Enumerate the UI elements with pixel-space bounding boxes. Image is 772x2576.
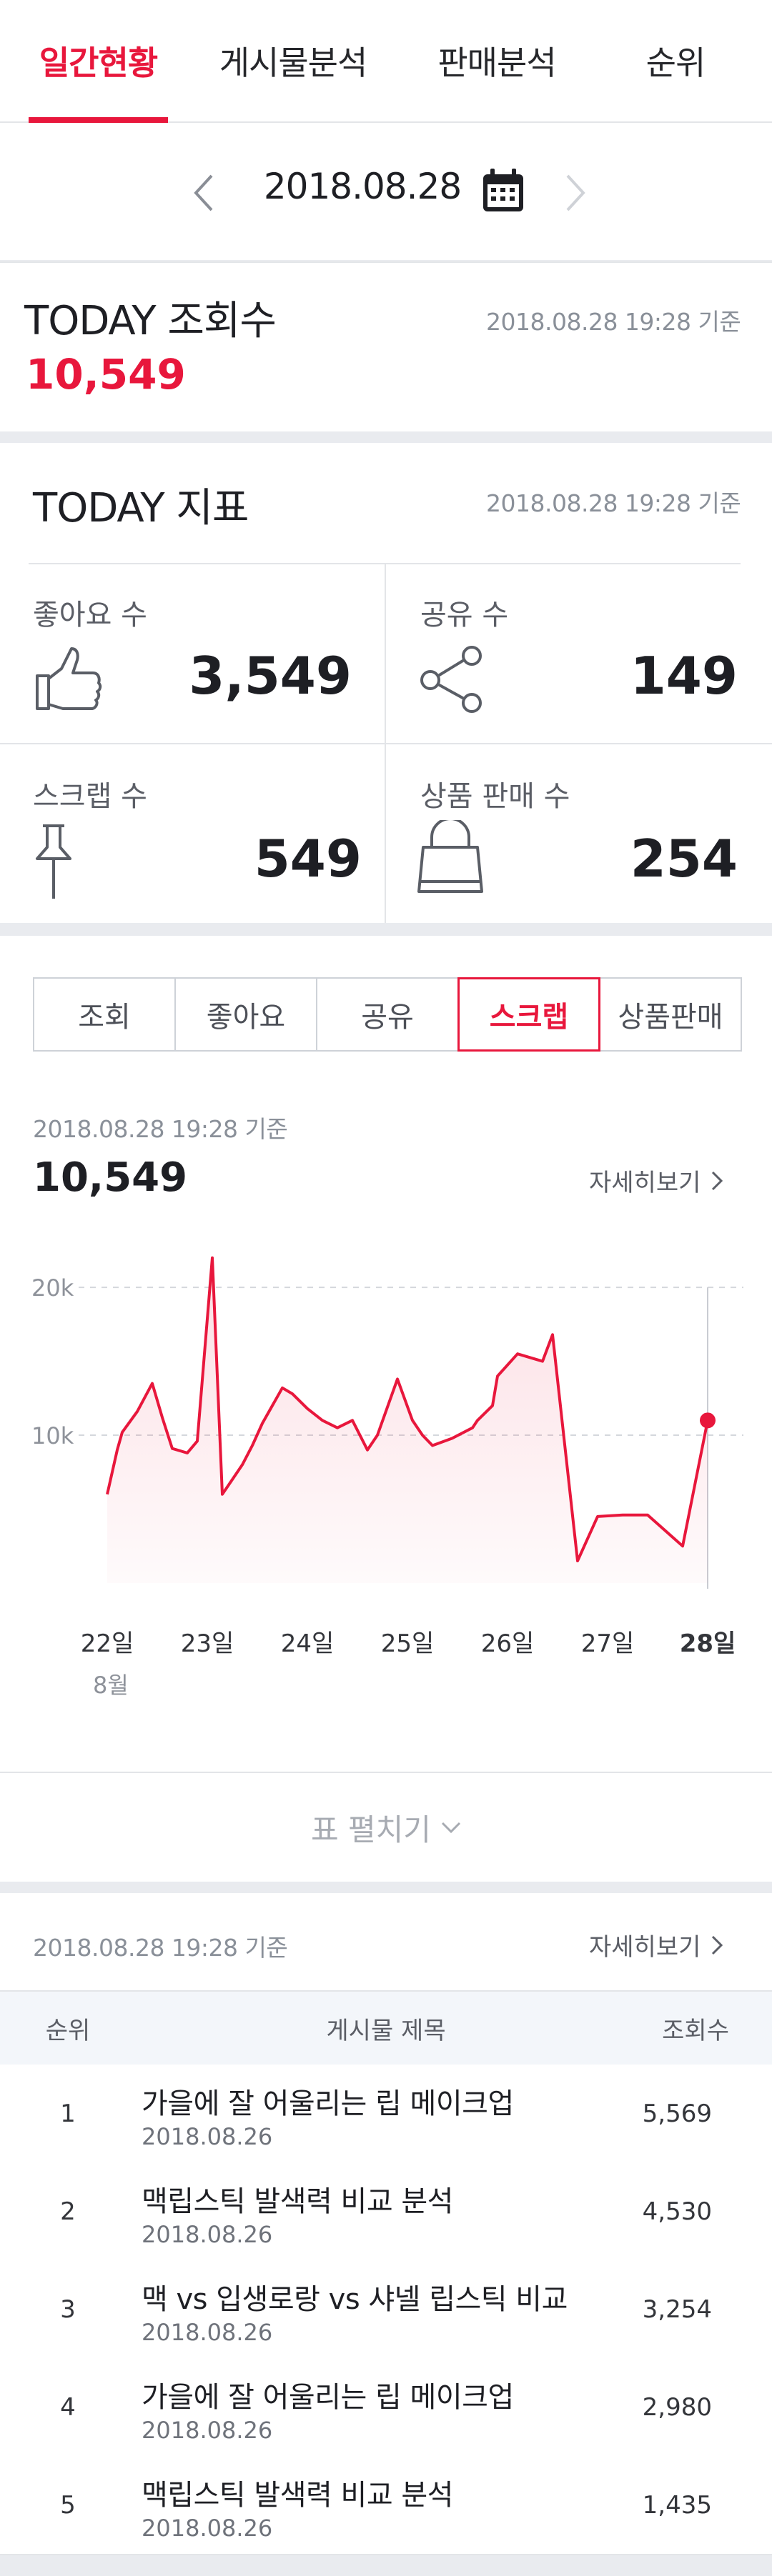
- likes-count: 3,549: [189, 646, 352, 706]
- tab-sales-analysis[interactable]: 판매분석: [422, 0, 572, 121]
- row-rank: 4: [60, 2392, 76, 2422]
- x-tick-label: 25일: [381, 1629, 435, 1658]
- x-tick-label: 27일: [581, 1629, 635, 1658]
- tab-scraps[interactable]: 스크랩: [457, 977, 600, 1052]
- chart-timestamp: 2018.08.28 19:28 기준: [33, 1115, 288, 1143]
- today-views-title: TODAY 조회수: [24, 298, 277, 344]
- expand-table-label: 표 펼치기: [311, 1812, 431, 1847]
- chevron-right-icon[interactable]: [558, 171, 592, 214]
- views-line-chart: 10k 20k 22일 23일 24일 25일 26일 27일 28일: [31, 1256, 743, 1658]
- tab-likes[interactable]: 좋아요: [174, 977, 317, 1052]
- row-date: 2018.08.26: [142, 2417, 273, 2444]
- ranking-detail-link[interactable]: 자세히보기: [589, 1927, 723, 1962]
- shares-label: 공유 수: [420, 599, 509, 631]
- shopping-bag-icon: [417, 820, 483, 893]
- x-tick-label: 26일: [481, 1629, 535, 1658]
- x-tick-label: 24일: [281, 1629, 335, 1658]
- row-date: 2018.08.26: [142, 2123, 273, 2150]
- tab-post-analysis[interactable]: 게시물분석: [204, 0, 382, 121]
- current-date: 2018.08.28: [263, 166, 462, 207]
- pin-icon: [36, 824, 71, 899]
- detail-link-label: 자세히보기: [589, 1169, 701, 1197]
- sales-count: 254: [630, 829, 738, 889]
- chevron-right-icon: [712, 1171, 723, 1190]
- ranking-timestamp: 2018.08.28 19:28 기준: [33, 1934, 288, 1962]
- expand-table-row[interactable]: 표 펼치기: [0, 1772, 772, 1882]
- thumbs-up-icon: [36, 647, 102, 710]
- today-views-card: TODAY 조회수 2018.08.28 19:28 기준 10,549: [0, 261, 772, 431]
- table-row[interactable]: 1 가을에 잘 어울리는 립 메이크업 2018.08.26 5,569: [0, 2065, 772, 2164]
- scraps-count: 549: [254, 829, 362, 889]
- row-views: 3,254: [642, 2295, 712, 2324]
- chart-detail-link[interactable]: 자세히보기: [589, 1163, 723, 1198]
- x-tick-label: 23일: [181, 1629, 234, 1658]
- x-tick-label: 22일: [81, 1629, 134, 1658]
- shares-count: 149: [630, 646, 738, 706]
- calendar-icon[interactable]: [480, 167, 526, 214]
- chart-area-fill: [107, 1257, 708, 1583]
- today-views-timestamp: 2018.08.28 19:28 기준: [486, 308, 741, 336]
- row-rank: 5: [60, 2490, 76, 2520]
- detail-link-label: 자세히보기: [589, 1933, 701, 1962]
- likes-label: 좋아요 수: [33, 599, 147, 631]
- divider: [0, 743, 772, 744]
- row-views: 4,530: [642, 2197, 712, 2226]
- chart-total-value: 10,549: [33, 1154, 188, 1201]
- date-navigator: 2018.08.28: [0, 123, 772, 260]
- ranking-table-header: 순위 게시물 제목 조회수: [0, 1990, 772, 2066]
- sales-label: 상품 판매 수: [420, 780, 570, 813]
- header-views: 조회수: [662, 2016, 729, 2045]
- today-views-value: 10,549: [26, 350, 186, 399]
- row-title: 맥립스틱 발색력 비교 분석: [142, 2185, 453, 2218]
- scraps-label: 스크랩 수: [33, 780, 147, 813]
- today-metrics-timestamp: 2018.08.28 19:28 기준: [486, 489, 741, 517]
- today-metrics-card: TODAY 지표 2018.08.28 19:28 기준 좋아요 수 3,549…: [0, 443, 772, 923]
- row-views: 2,980: [642, 2392, 712, 2422]
- row-date: 2018.08.26: [142, 2515, 273, 2542]
- row-views: 5,569: [642, 2099, 712, 2128]
- today-metrics-title: TODAY 지표: [33, 485, 249, 531]
- chevron-left-icon[interactable]: [187, 171, 222, 214]
- chevron-right-icon: [712, 1935, 723, 1955]
- current-point-marker: [700, 1412, 716, 1429]
- tab-views[interactable]: 조회: [33, 977, 176, 1052]
- tab-ranking[interactable]: 순위: [622, 0, 729, 121]
- row-title: 맥립스틱 발색력 비교 분석: [142, 2479, 453, 2512]
- row-rank: 3: [60, 2295, 76, 2324]
- row-views: 1,435: [642, 2490, 712, 2520]
- chevron-down-icon: [441, 1822, 461, 1834]
- header-rank: 순위: [45, 2016, 91, 2045]
- x-tick-label: 28일: [680, 1629, 736, 1658]
- share-icon: [420, 646, 482, 713]
- top-tab-bar: 일간현황 게시물분석 판매분석 순위: [0, 0, 772, 123]
- month-label: 8월: [93, 1672, 129, 1699]
- table-row[interactable]: 3 맥 vs 입생로랑 vs 샤넬 립스틱 비교 2018.08.26 3,25…: [0, 2260, 772, 2360]
- table-row[interactable]: 5 맥립스틱 발색력 비교 분석 2018.08.26 1,435: [0, 2456, 772, 2555]
- header-post-title: 게시물 제목: [326, 2016, 446, 2045]
- tab-product-sales[interactable]: 상품판매: [599, 977, 742, 1052]
- row-title: 맥 vs 입생로랑 vs 샤넬 립스틱 비교: [142, 2283, 568, 2316]
- row-rank: 1: [60, 2099, 76, 2128]
- row-title: 가을에 잘 어울리는 립 메이크업: [142, 2381, 514, 2414]
- tab-shares[interactable]: 공유: [316, 977, 459, 1052]
- tab-daily-status[interactable]: 일간현황: [29, 0, 168, 123]
- table-row[interactable]: 2 맥립스틱 발색력 비교 분석 2018.08.26 4,530: [0, 2162, 772, 2262]
- y-tick-label: 10k: [31, 1422, 74, 1449]
- row-date: 2018.08.26: [142, 2221, 273, 2248]
- y-tick-label: 20k: [31, 1274, 74, 1302]
- divider: [385, 563, 386, 923]
- row-title: 가을에 잘 어울리는 립 메이크업: [142, 2087, 514, 2120]
- row-rank: 2: [60, 2197, 76, 2226]
- row-date: 2018.08.26: [142, 2319, 273, 2346]
- table-row[interactable]: 4 가을에 잘 어울리는 립 메이크업 2018.08.26 2,980: [0, 2358, 772, 2457]
